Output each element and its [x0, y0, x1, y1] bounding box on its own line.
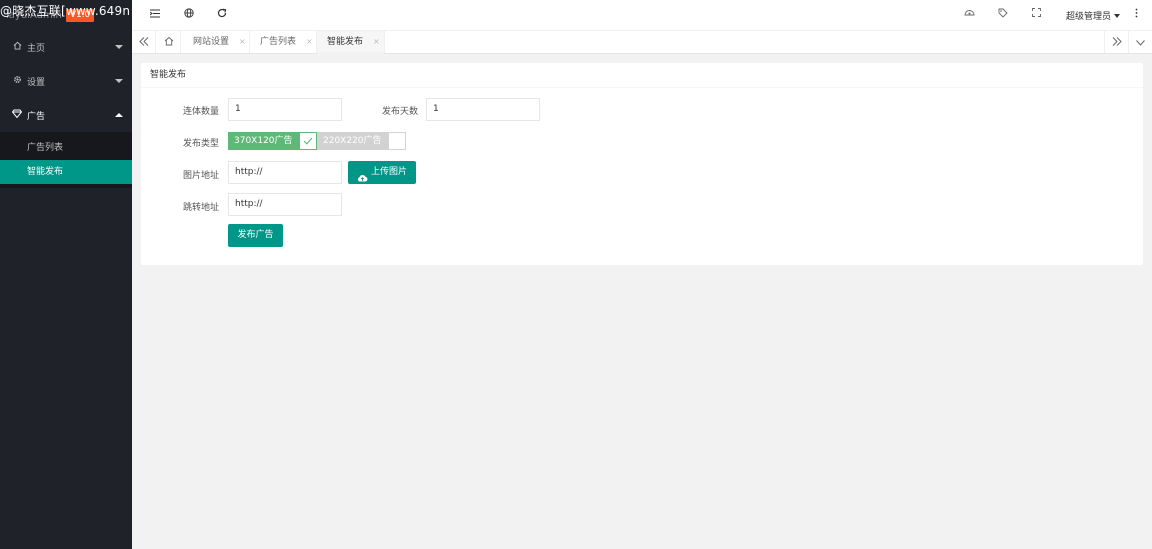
tab-ad-list[interactable]: 广告列表 ×	[250, 31, 317, 53]
ads-submenu: 广告列表 智能发布	[0, 132, 132, 188]
chevron-down-icon	[115, 45, 123, 49]
days-input[interactable]: 1	[426, 98, 540, 121]
tabs-menu-chevron-down-icon[interactable]	[1128, 31, 1152, 53]
publish-ad-button[interactable]: 发布广告	[228, 224, 283, 247]
tab-label: 广告列表	[260, 37, 297, 47]
close-icon[interactable]: ×	[373, 37, 380, 46]
globe-icon[interactable]	[182, 8, 196, 22]
page-tabs: 网站设置 × 广告列表 × 智能发布 ×	[132, 31, 1152, 54]
top-header: 超级管理员	[132, 0, 1152, 31]
tab-label: 智能发布	[327, 37, 364, 47]
smart-publish-card: 智能发布 连体数量 1 发布天数 1 发布类型 370X120广告 220X22…	[141, 63, 1143, 265]
type-checkbox-220x220[interactable]: 220X220广告	[317, 132, 406, 150]
sidebar: layuiAdmin V1.0 @晓杰互联[www.649n 主页 设置 广告 …	[0, 0, 132, 549]
image-url-label: 图片地址	[182, 171, 219, 181]
diamond-icon	[11, 109, 23, 121]
link-url-label: 跳转地址	[182, 203, 219, 213]
chevron-down-icon	[1114, 13, 1120, 18]
sidebar-subitem-smart-publish[interactable]: 智能发布	[0, 160, 132, 184]
tabs-scroll-left-icon[interactable]	[132, 31, 156, 53]
gear-icon	[12, 75, 22, 87]
home-icon	[12, 41, 22, 53]
watermark: @晓杰互联[www.649n	[0, 4, 131, 18]
home-tab-icon[interactable]	[157, 31, 181, 53]
sidebar-item-label: 广告	[27, 111, 46, 122]
tabs-scroll-right-icon[interactable]	[1104, 31, 1128, 53]
close-icon[interactable]: ×	[239, 37, 246, 46]
link-url-input[interactable]: http://	[228, 193, 342, 216]
checkbox-label: 370X120广告	[228, 132, 299, 150]
checkbox-box	[387, 132, 406, 150]
chevron-up-icon	[115, 113, 123, 117]
image-url-input[interactable]: http://	[228, 161, 342, 184]
more-vertical-icon[interactable]	[1135, 8, 1138, 21]
type-checkbox-370x120[interactable]: 370X120广告	[228, 132, 317, 150]
days-label: 发布天数	[381, 107, 418, 117]
tab-site-settings[interactable]: 网站设置 ×	[183, 31, 250, 53]
logo[interactable]: layuiAdmin V1.0 @晓杰互联[www.649n	[0, 0, 132, 30]
chevron-down-icon	[115, 79, 123, 83]
card-title: 智能发布	[141, 63, 1143, 88]
sidebar-item-label: 主页	[27, 43, 46, 54]
refresh-icon[interactable]	[215, 8, 229, 22]
sidebar-item-home[interactable]: 主页	[0, 30, 132, 64]
menu-shrink-icon[interactable]	[148, 8, 162, 22]
user-menu[interactable]: 超级管理员	[1066, 9, 1120, 22]
sidebar-subitem-ad-list[interactable]: 广告列表	[0, 136, 132, 160]
sidebar-item-ads[interactable]: 广告	[0, 98, 132, 132]
fullscreen-icon[interactable]	[1029, 8, 1043, 22]
checkbox-label: 220X220广告	[317, 132, 388, 150]
tab-smart-publish[interactable]: 智能发布 ×	[317, 31, 385, 54]
cloud-upload-icon	[357, 169, 368, 181]
submenu-spacer	[0, 184, 132, 188]
close-icon[interactable]: ×	[306, 37, 313, 46]
sidebar-item-settings[interactable]: 设置	[0, 64, 132, 98]
user-name: 超级管理员	[1065, 12, 1111, 22]
count-label: 连体数量	[182, 107, 219, 117]
count-input[interactable]: 1	[228, 98, 342, 121]
tab-label: 网站设置	[193, 37, 230, 47]
sidebar-item-label: 设置	[27, 77, 46, 88]
upload-button-label: 上传图片	[370, 167, 407, 177]
theme-icon[interactable]	[962, 8, 976, 22]
type-label: 发布类型	[182, 139, 219, 149]
check-icon	[298, 132, 317, 150]
upload-image-button[interactable]: 上传图片	[348, 161, 416, 184]
tag-icon[interactable]	[996, 8, 1010, 22]
